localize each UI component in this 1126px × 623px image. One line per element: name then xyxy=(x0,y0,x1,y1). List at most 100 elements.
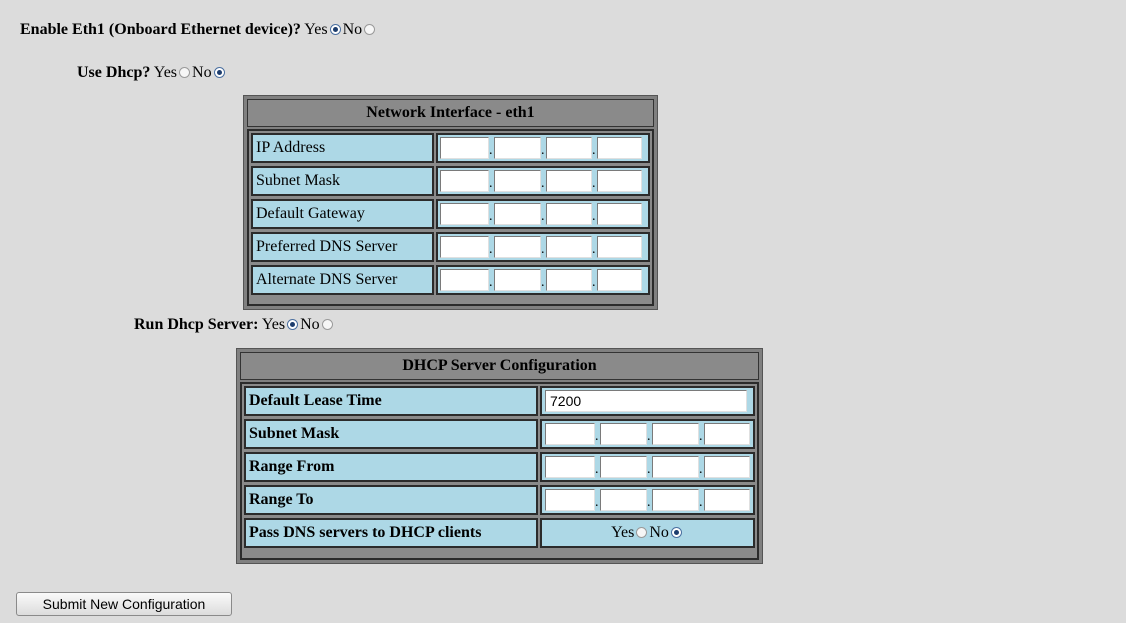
use-dhcp-question: Use Dhcp? Yes No xyxy=(77,63,227,83)
dhcp-subnet-dot-3: . xyxy=(699,429,703,444)
gateway-octet-1[interactable] xyxy=(440,203,489,225)
ip-dot-2: . xyxy=(541,143,545,158)
pass-dns-no-radio[interactable] xyxy=(670,527,682,538)
preferred-dns-label: Preferred DNS Server xyxy=(251,232,434,262)
dhcp-subnet-octet-1[interactable] xyxy=(545,423,595,445)
range-from-value: . . . xyxy=(540,452,755,482)
dhcp-subnet-octet-2[interactable] xyxy=(600,423,647,445)
range-to-row: Range To . . . xyxy=(244,485,755,515)
range-to-dot-1: . xyxy=(595,495,599,510)
enable-eth1-no-label: No xyxy=(342,21,363,38)
ip-address-label: IP Address xyxy=(251,133,434,163)
range-from-text: Range From xyxy=(249,458,335,475)
subnet-octet-3[interactable] xyxy=(546,170,592,192)
ip-dot-3: . xyxy=(592,143,596,158)
gateway-octet-3[interactable] xyxy=(546,203,592,225)
adns-octet-4[interactable] xyxy=(597,269,642,291)
ip-address-value: . . . xyxy=(436,133,650,163)
pass-dns-yes-radio[interactable] xyxy=(636,527,648,538)
subnet-dot-1: . xyxy=(489,176,493,191)
adns-dot-3: . xyxy=(592,275,596,290)
run-dhcp-server-question: Run Dhcp Server: Yes No xyxy=(134,315,335,335)
adns-octet-3[interactable] xyxy=(546,269,592,291)
ip-octet-4[interactable] xyxy=(597,137,642,159)
use-dhcp-no-radio[interactable] xyxy=(213,67,225,78)
preferred-dns-value: . . . xyxy=(436,232,650,262)
subnet-octet-1[interactable] xyxy=(440,170,489,192)
dhcp-subnet-dot-2: . xyxy=(647,429,651,444)
range-to-octet-2[interactable] xyxy=(600,489,647,511)
dhcp-subnet-dot-1: . xyxy=(595,429,599,444)
adns-octet-1[interactable] xyxy=(440,269,489,291)
pdns-octet-1[interactable] xyxy=(440,236,489,258)
use-dhcp-yes-radio[interactable] xyxy=(179,67,191,78)
run-dhcp-server-yes-radio[interactable] xyxy=(287,319,299,330)
dhcp-subnet-mask-row: Subnet Mask . . . xyxy=(244,419,755,449)
run-dhcp-server-no-label: No xyxy=(300,316,320,333)
pdns-octet-4[interactable] xyxy=(597,236,642,258)
range-from-octet-2[interactable] xyxy=(600,456,647,478)
pdns-dot-2: . xyxy=(541,242,545,257)
ip-address-row: IP Address . . . xyxy=(251,133,650,163)
range-to-label: Range To xyxy=(244,485,538,515)
subnet-dot-3: . xyxy=(592,176,596,191)
range-to-octet-1[interactable] xyxy=(545,489,595,511)
range-from-row: Range From . . . xyxy=(244,452,755,482)
network-interface-title: Network Interface - eth1 xyxy=(247,99,654,127)
subnet-octet-2[interactable] xyxy=(494,170,541,192)
enable-eth1-no-radio[interactable] xyxy=(364,24,376,35)
range-to-octet-4[interactable] xyxy=(704,489,750,511)
run-dhcp-server-label: Run Dhcp Server: xyxy=(134,316,259,333)
subnet-dot-2: . xyxy=(541,176,545,191)
range-from-label: Range From xyxy=(244,452,538,482)
range-to-value: . . . xyxy=(540,485,755,515)
ip-octet-1[interactable] xyxy=(440,137,489,159)
lease-time-input[interactable]: 7200 xyxy=(545,390,747,412)
adns-dot-2: . xyxy=(541,275,545,290)
pdns-octet-2[interactable] xyxy=(494,236,541,258)
enable-eth1-yes-radio[interactable] xyxy=(329,24,341,35)
enable-eth1-yes-label: Yes xyxy=(304,21,328,38)
use-dhcp-yes-label: Yes xyxy=(153,64,178,81)
range-from-octet-3[interactable] xyxy=(652,456,699,478)
subnet-mask-value: . . . xyxy=(436,166,650,196)
range-from-octet-1[interactable] xyxy=(545,456,595,478)
gateway-dot-3: . xyxy=(592,209,596,224)
dhcp-subnet-octet-4[interactable] xyxy=(704,423,750,445)
range-from-octet-4[interactable] xyxy=(704,456,750,478)
use-dhcp-no-label: No xyxy=(192,64,212,81)
range-to-octet-3[interactable] xyxy=(652,489,699,511)
adns-octet-2[interactable] xyxy=(494,269,541,291)
lease-time-label: Default Lease Time xyxy=(244,386,538,416)
submit-config-button[interactable]: Submit New Configuration xyxy=(16,592,232,616)
pdns-octet-3[interactable] xyxy=(546,236,592,258)
default-gateway-label: Default Gateway xyxy=(251,199,434,229)
network-interface-fields: IP Address . . . Subnet Mask . . . Defau… xyxy=(247,129,654,306)
pass-dns-label: Pass DNS servers to DHCP clients xyxy=(244,518,538,548)
gateway-dot-1: . xyxy=(489,209,493,224)
adns-dot-1: . xyxy=(489,275,493,290)
range-to-dot-3: . xyxy=(699,495,703,510)
gateway-dot-2: . xyxy=(541,209,545,224)
range-from-dot-2: . xyxy=(647,462,651,477)
ip-dot-1: . xyxy=(489,143,493,158)
ip-octet-2[interactable] xyxy=(494,137,541,159)
dhcp-subnet-octet-3[interactable] xyxy=(652,423,699,445)
gateway-octet-2[interactable] xyxy=(494,203,541,225)
lease-time-value: 7200 xyxy=(540,386,755,416)
run-dhcp-server-no-radio[interactable] xyxy=(321,319,333,330)
pass-dns-text: Pass DNS servers to DHCP clients xyxy=(249,524,482,541)
dhcp-subnet-mask-label: Subnet Mask xyxy=(244,419,538,449)
pass-dns-value: Yes No xyxy=(540,518,755,548)
gateway-octet-4[interactable] xyxy=(597,203,642,225)
network-interface-panel: Network Interface - eth1 IP Address . . … xyxy=(243,95,658,310)
ip-octet-3[interactable] xyxy=(546,137,592,159)
dhcp-config-fields: Default Lease Time 7200 Subnet Mask . . … xyxy=(240,382,759,560)
subnet-mask-row: Subnet Mask . . . xyxy=(251,166,650,196)
lease-time-label-text: Default Lease Time xyxy=(249,392,382,409)
default-gateway-value: . . . xyxy=(436,199,650,229)
range-from-dot-1: . xyxy=(595,462,599,477)
pdns-dot-1: . xyxy=(489,242,493,257)
subnet-octet-4[interactable] xyxy=(597,170,642,192)
pass-dns-no-label: No xyxy=(649,524,669,541)
